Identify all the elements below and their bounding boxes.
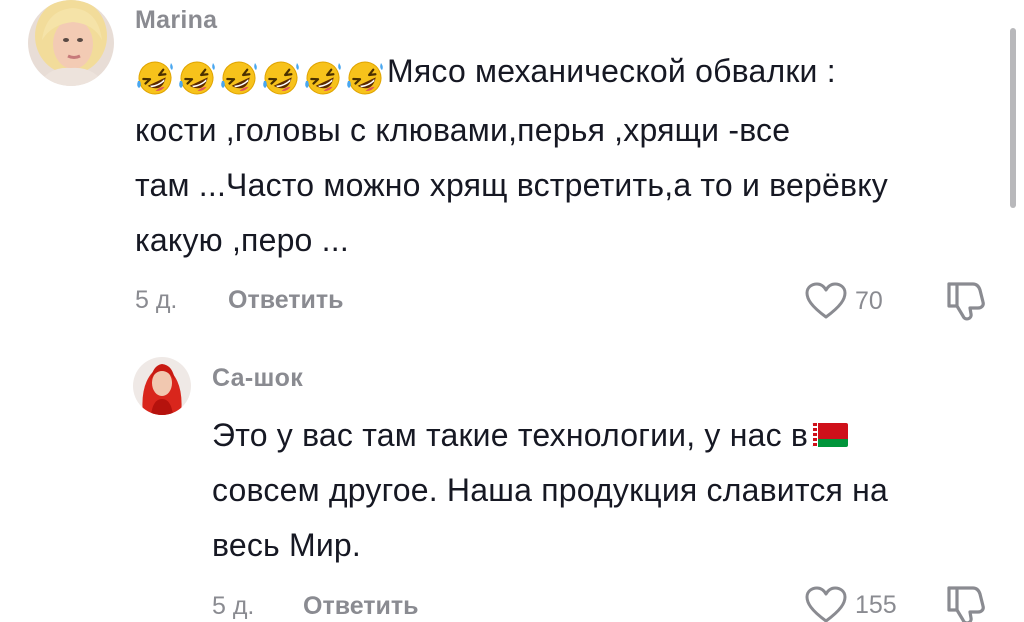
heart-icon <box>805 586 847 622</box>
comment-line: кости ,головы с клювами,перья ,хрящи -вс… <box>135 112 791 148</box>
dislike-button[interactable] <box>943 584 987 622</box>
like-button[interactable]: 70 <box>805 282 883 320</box>
belarus-flag-icon <box>812 423 849 447</box>
avatar[interactable] <box>133 357 191 415</box>
comment-line: совсем другое. Наша продукция славится н… <box>212 472 889 508</box>
rolling-on-floor-laughing-icon <box>177 59 218 97</box>
rolling-on-floor-laughing-icon <box>219 59 260 97</box>
rolling-on-floor-laughing-icon <box>135 59 176 97</box>
comment-line: Это у вас там такие технологии, у нас в <box>212 408 1002 463</box>
scrollbar[interactable] <box>1010 28 1016 208</box>
comment-text: Это у вас там такие технологии, у нас в … <box>212 408 1002 573</box>
rolling-on-floor-laughing-icon <box>303 59 344 97</box>
rolling-on-floor-laughing-icon <box>261 59 302 97</box>
comment-line: Мясо механической обвалки : <box>135 44 1005 103</box>
comment-line: там ...Часто можно хрящ встретить,а то и… <box>135 167 888 203</box>
comment-line-text: Мясо механической обвалки : <box>387 53 836 89</box>
comment-username[interactable]: Са-шок <box>212 364 303 393</box>
like-button[interactable]: 155 <box>805 586 897 622</box>
rolling-on-floor-laughing-icon <box>345 59 386 97</box>
emoji-group <box>135 48 387 103</box>
comment-text: Мясо механической обвалки : кости ,голов… <box>135 44 1005 268</box>
reply-button[interactable]: Ответить <box>303 592 419 621</box>
comment-line: весь Мир. <box>212 527 362 563</box>
dislike-button[interactable] <box>943 280 987 327</box>
heart-icon <box>805 282 847 319</box>
avatar-photo <box>28 0 114 86</box>
thumbs-down-icon <box>947 282 985 321</box>
thumbs-down-icon <box>947 586 985 622</box>
comment-username[interactable]: Marina <box>135 6 217 35</box>
comment-timestamp: 5 д. <box>212 592 255 620</box>
reply-button[interactable]: Ответить <box>228 286 344 315</box>
comment-line: какую ,перо ... <box>135 222 349 258</box>
comment-line-text: Это у вас там такие технологии, у нас в <box>212 417 809 453</box>
like-count: 70 <box>855 286 883 315</box>
avatar[interactable] <box>28 0 114 86</box>
avatar-photo <box>133 357 191 415</box>
comment-timestamp: 5 д. <box>135 286 178 314</box>
like-count: 155 <box>855 590 897 619</box>
